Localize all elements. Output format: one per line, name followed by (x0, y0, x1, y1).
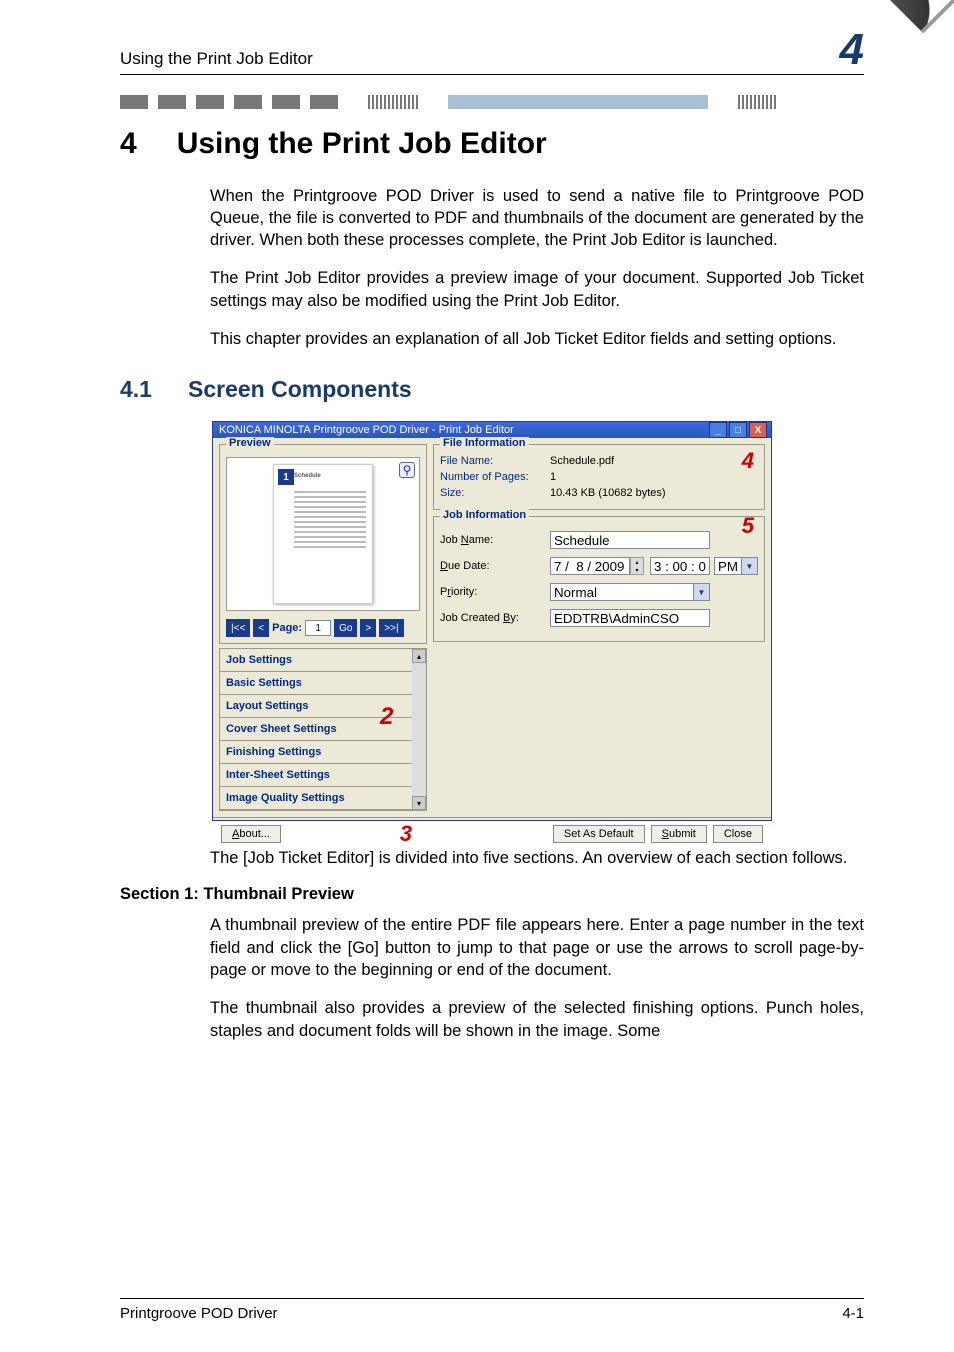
number-of-pages-label: Number of Pages: (440, 471, 550, 483)
decor-bar (120, 95, 864, 109)
overview-para: The [Job Ticket Editor] is divided into … (210, 847, 864, 869)
running-header-text: Using the Print Job Editor (120, 49, 313, 69)
close-button[interactable]: Close (713, 825, 763, 843)
intro-para-1: When the Printgroove POD Driver is used … (210, 185, 864, 252)
window-titlebar: KONICA MINOLTA Printgroove POD Driver - … (213, 422, 771, 438)
priority-label: Priority: (440, 586, 550, 598)
section1-para-1: A thumbnail preview of the entire PDF fi… (210, 914, 864, 981)
scroll-up-arrow-icon[interactable]: ▴ (412, 649, 426, 663)
job-information-groupbox: Job Information 5 Job Name: Due Date: ▴▾ (433, 516, 765, 642)
size-label: Size: (440, 487, 550, 499)
running-header: Using the Print Job Editor 4 (120, 30, 864, 75)
due-date-input[interactable] (550, 557, 630, 575)
job-name-label: Job Name: (440, 534, 550, 546)
job-created-by-input[interactable] (550, 609, 710, 627)
callout-2: 2 (380, 703, 393, 731)
file-information-legend: File Information (440, 437, 529, 449)
job-name-input[interactable] (550, 531, 710, 549)
accordion-item[interactable]: Inter-Sheet Settings (220, 764, 426, 787)
section-number: 4.1 (120, 376, 152, 403)
accordion-item[interactable]: Cover Sheet Settings (220, 718, 426, 741)
accordion-item[interactable]: Basic Settings (220, 672, 426, 695)
print-job-editor-screenshot: KONICA MINOLTA Printgroove POD Driver - … (212, 421, 772, 821)
zoom-icon[interactable]: ⚲ (399, 462, 415, 478)
chapter-title: 4 Using the Print Job Editor (120, 127, 864, 161)
pager: |<< < Page: Go > >>| (226, 619, 420, 637)
pager-label: Page: (272, 622, 302, 634)
footer-right: 4-1 (842, 1305, 864, 1322)
thumbnail-doc-title: Schedule (294, 473, 321, 479)
size-value: 10.43 KB (10682 bytes) (550, 487, 666, 499)
dialog-footer: About... 3 Set As Default Submit Close (213, 817, 771, 849)
pager-next-button[interactable]: > (360, 619, 376, 637)
pager-go-button[interactable]: Go (334, 619, 357, 637)
about-button[interactable]: About... (221, 825, 281, 843)
thumbnail-page: 1 Schedule (273, 464, 373, 604)
priority-combo[interactable]: ▼ (550, 583, 710, 601)
settings-accordion: 2 Job SettingsBasic SettingsLayout Setti… (219, 648, 427, 811)
accordion-scrollbar[interactable]: ▴ ▾ (412, 649, 426, 810)
intro-para-2: The Print Job Editor provides a preview … (210, 267, 864, 312)
chevron-down-icon[interactable]: ▼ (742, 557, 758, 575)
file-name-label: File Name: (440, 455, 550, 467)
thumbnail-page-number: 1 (278, 469, 294, 485)
pager-first-button[interactable]: |<< (226, 619, 250, 637)
chevron-down-icon[interactable]: ▼ (694, 583, 710, 601)
subsection-heading: Section 1: Thumbnail Preview (120, 885, 864, 904)
scroll-down-arrow-icon[interactable]: ▾ (412, 796, 426, 810)
priority-value[interactable] (550, 583, 694, 601)
job-information-legend: Job Information (440, 509, 529, 521)
ampm-combo[interactable]: ▼ (714, 557, 758, 575)
running-header-chapter: 4 (840, 30, 864, 70)
window-minimize-button[interactable]: _ (709, 422, 727, 438)
due-date-spinner[interactable]: ▴▾ (630, 557, 644, 575)
chapter-title-text: Using the Print Job Editor (177, 127, 547, 161)
intro-para-3: This chapter provides an explanation of … (210, 328, 864, 350)
footer-left: Printgroove POD Driver (120, 1305, 278, 1322)
page-footer: Printgroove POD Driver 4-1 (120, 1298, 864, 1322)
callout-3: 3 (400, 821, 412, 847)
accordion-item[interactable]: Finishing Settings (220, 741, 426, 764)
file-name-value: Schedule.pdf (550, 455, 614, 467)
submit-button[interactable]: Submit (651, 825, 707, 843)
section-title: Screen Components (188, 376, 412, 403)
window-title: KONICA MINOLTA Printgroove POD Driver - … (219, 424, 514, 436)
preview-legend: Preview (226, 437, 274, 449)
thumbnail-lines (294, 491, 366, 551)
file-information-groupbox: File Information 4 File Name: Schedule.p… (433, 444, 765, 510)
window-close-button[interactable]: X (749, 422, 767, 438)
pager-prev-button[interactable]: < (253, 619, 269, 637)
section-heading: 4.1 Screen Components (120, 376, 864, 403)
callout-4: 4 (742, 448, 754, 474)
due-time-input[interactable] (650, 557, 710, 575)
accordion-item[interactable]: Job Settings (220, 649, 426, 672)
preview-groupbox: Preview 1 ⚲ 1 Schedule (219, 444, 427, 644)
ampm-value[interactable] (714, 557, 742, 575)
pager-page-input[interactable] (305, 620, 331, 636)
accordion-item[interactable]: Image Quality Settings (220, 787, 426, 810)
pager-last-button[interactable]: >>| (379, 619, 403, 637)
accordion-item[interactable]: Layout Settings (220, 695, 426, 718)
window-maximize-button[interactable]: □ (729, 422, 747, 438)
thumbnail-area: ⚲ 1 Schedule (226, 457, 420, 611)
due-date-label: Due Date: (440, 560, 550, 572)
number-of-pages-value: 1 (550, 471, 556, 483)
job-created-by-label: Job Created By: (440, 612, 550, 624)
set-as-default-button[interactable]: Set As Default (553, 825, 645, 843)
section1-para-2: The thumbnail also provides a preview of… (210, 997, 864, 1042)
chapter-title-number: 4 (120, 127, 137, 161)
callout-5: 5 (742, 513, 754, 539)
